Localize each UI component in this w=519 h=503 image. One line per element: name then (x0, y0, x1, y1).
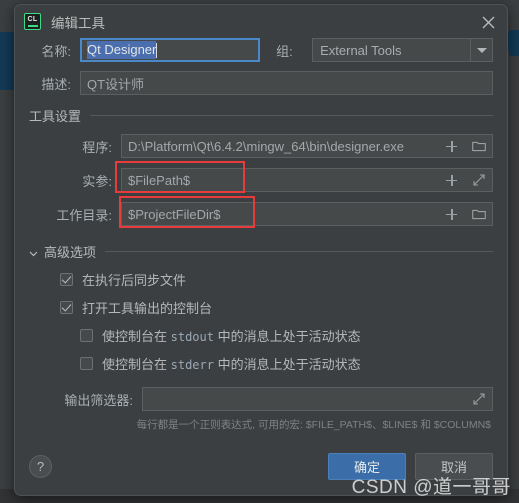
group-select[interactable]: External Tools (312, 38, 493, 62)
checkbox-label-pre: 使控制台在 (102, 357, 171, 372)
checkbox-box[interactable] (80, 329, 93, 342)
checkbox-label: 使控制台在 stdout 中的消息上处于活动状态 (102, 326, 361, 345)
description-input[interactable]: QT设计师 (80, 71, 493, 95)
program-label: 程序: (82, 139, 112, 155)
clion-icon-text: CL (27, 16, 38, 24)
ide-background-strip-right (509, 0, 519, 503)
edit-tool-dialog: CL 编辑工具 名称: Qt Designer 组: External Tool… (14, 4, 508, 496)
ide-background-strip-right-accent (509, 30, 519, 56)
dialog-body: 名称: Qt Designer 组: External Tools 描述: QT… (15, 38, 507, 432)
advanced-section-title: 高级选项 (44, 245, 97, 260)
checkbox-label: 打开工具输出的控制台 (82, 301, 213, 316)
name-input[interactable]: Qt Designer (80, 38, 261, 62)
name-group-row: 名称: Qt Designer 组: External Tools (29, 38, 493, 62)
checkbox-label-mono: stderr (170, 358, 214, 372)
checkbox-label-post: 中的消息上处于活动状态 (213, 329, 361, 344)
section-divider (105, 251, 493, 252)
close-icon[interactable] (478, 12, 498, 32)
dialog-title: 编辑工具 (51, 15, 105, 31)
plus-icon[interactable] (438, 203, 465, 225)
folder-icon[interactable] (465, 135, 492, 157)
checkbox-label-post: 中的消息上处于活动状态 (213, 357, 361, 372)
description-row: 描述: QT设计师 (29, 71, 493, 95)
program-input-value: D:\Platform\Qt\6.4.2\mingw_64\bin\design… (128, 138, 405, 154)
description-input-value: QT设计师 (87, 76, 145, 92)
checkbox-sync-after-execution[interactable]: 在执行后同步文件 (60, 270, 493, 289)
output-filter-hint: 每行都是一个正则表达式, 可用的宏: $FILE_PATH$、$LINE$ 和 … (136, 419, 491, 431)
arguments-input[interactable]: $FilePath$ (121, 168, 493, 192)
output-filter-input[interactable] (142, 387, 493, 411)
dialog-footer: ? 确定 取消 (15, 437, 507, 495)
advanced-options-list: 在执行后同步文件 打开工具输出的控制台 使控制台在 stdout 中的消息上处于… (29, 270, 493, 373)
checkbox-label: 在执行后同步文件 (82, 273, 187, 288)
advanced-section-header[interactable]: 高级选项 (29, 242, 493, 261)
clion-icon-bar (27, 24, 38, 27)
working-directory-input-value: $ProjectFileDir$ (128, 206, 221, 222)
cancel-button[interactable]: 取消 (415, 452, 493, 480)
group-label: 组: (276, 43, 293, 59)
tool-settings-title: 工具设置 (29, 109, 82, 124)
description-label: 描述: (41, 76, 71, 92)
checkbox-box[interactable] (60, 301, 73, 314)
checkbox-box[interactable] (60, 273, 73, 286)
plus-icon[interactable] (438, 135, 465, 157)
plus-glyph (446, 174, 457, 186)
chevron-down-icon[interactable] (29, 246, 38, 257)
plus-glyph (446, 140, 457, 152)
checkbox-label: 使控制台在 stderr 中的消息上处于活动状态 (102, 354, 361, 373)
name-input-value: Qt Designer (87, 41, 157, 59)
name-label: 名称: (41, 43, 71, 59)
checkbox-label-pre: 使控制台在 (102, 329, 171, 344)
arguments-input-value: $FilePath$ (128, 172, 191, 188)
arguments-label: 实参: (82, 173, 112, 189)
ok-button[interactable]: 确定 (328, 452, 406, 480)
program-row: 程序: D:\Platform\Qt\6.4.2\mingw_64\bin\de… (29, 134, 493, 158)
arguments-row: 实参: $FilePath$ (29, 161, 493, 193)
working-directory-input[interactable]: $ProjectFileDir$ (121, 202, 493, 226)
chevron-down-glyph (476, 47, 487, 53)
program-input[interactable]: D:\Platform\Qt\6.4.2\mingw_64\bin\design… (121, 134, 493, 158)
dialog-titlebar: CL 编辑工具 (15, 5, 507, 38)
tool-settings-section-header: 工具设置 (29, 106, 493, 125)
folder-icon[interactable] (465, 203, 492, 225)
ide-background-strip-left (0, 32, 14, 90)
plus-glyph (446, 208, 457, 220)
section-divider (90, 115, 493, 116)
help-button-label: ? (36, 458, 45, 474)
group-select-value: External Tools (320, 42, 402, 58)
working-directory-label: 工作目录: (56, 207, 112, 223)
question-icon[interactable]: ? (29, 454, 52, 478)
working-directory-row: 工作目录: $ProjectFileDir$ (29, 196, 493, 228)
chevron-down-icon[interactable] (470, 39, 492, 61)
expand-icon[interactable] (465, 169, 492, 191)
checkbox-activate-on-stderr[interactable]: 使控制台在 stderr 中的消息上处于活动状态 (80, 354, 493, 373)
checkbox-activate-on-stdout[interactable]: 使控制台在 stdout 中的消息上处于活动状态 (80, 326, 493, 345)
clion-icon: CL (24, 13, 41, 30)
text-caret (156, 42, 158, 58)
output-filter-label: 输出筛选器: (64, 392, 133, 408)
checkbox-box[interactable] (80, 357, 93, 370)
checkbox-open-console[interactable]: 打开工具输出的控制台 (60, 298, 493, 317)
plus-icon[interactable] (438, 169, 465, 191)
checkbox-label-mono: stdout (170, 330, 214, 344)
output-filter-row: 输出筛选器: (29, 387, 493, 411)
expand-icon[interactable] (465, 388, 492, 410)
